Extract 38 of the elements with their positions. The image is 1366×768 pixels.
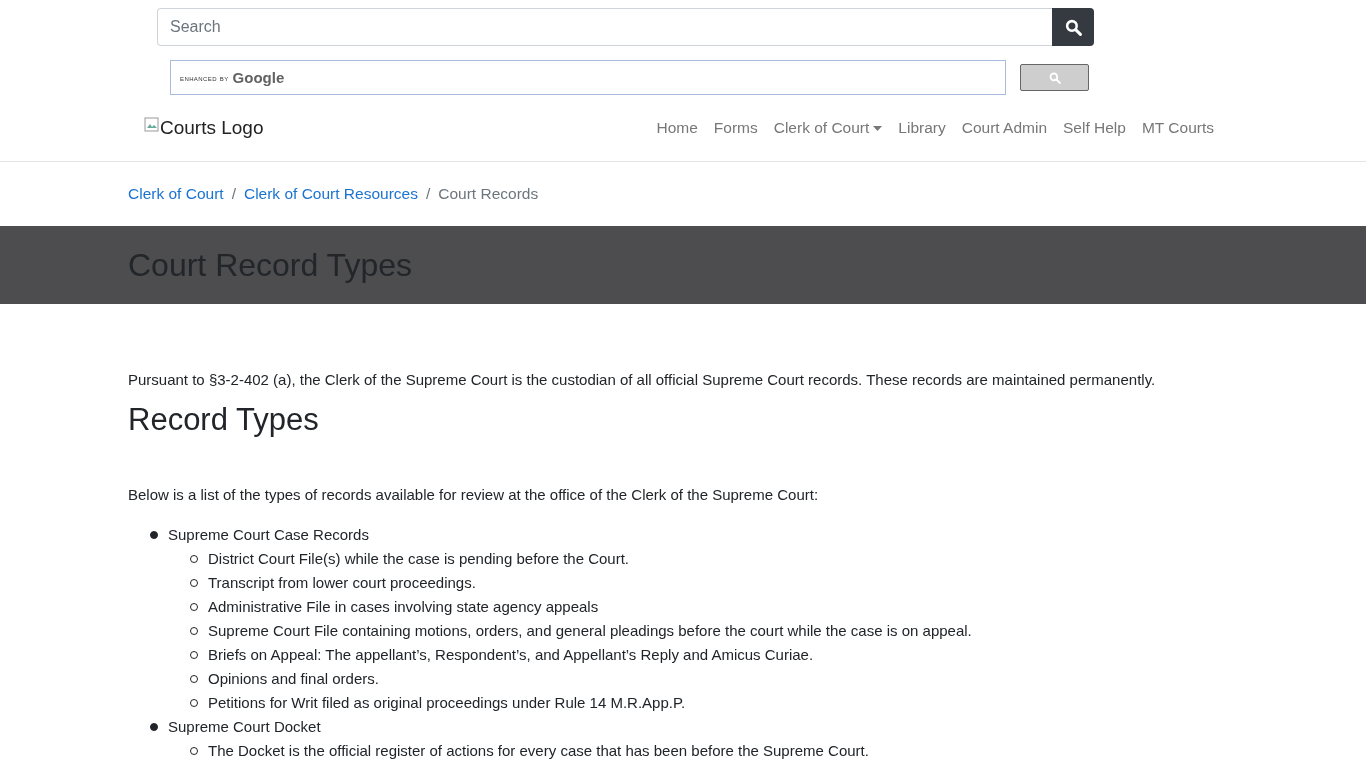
google-search-field[interactable]: enhanced by Google — [170, 60, 1006, 95]
list-item-text: Supreme Court Case Records — [168, 525, 369, 545]
list-item-text: The Docket is the official register of actions for every case that has been before the Supreme Court. — [208, 741, 869, 761]
list-item-text: District Court File(s) while the case is pending before the Court. — [208, 549, 629, 569]
logo-alt-text[interactable]: Courts Logo — [160, 117, 264, 139]
intro-paragraph: Pursuant to §3-2-402 (a), the Clerk of the Supreme Court is the custodian of all official Supreme Court records. These records are maintained permanently. — [128, 370, 1157, 390]
breadcrumb-separator: / — [424, 185, 432, 203]
nav-link[interactable]: Court Admin — [953, 119, 1056, 137]
list-intro-paragraph: Below is a list of the types of records available for review at the office of the Clerk of the Supreme Court: — [128, 485, 820, 505]
search-icon — [1064, 18, 1082, 36]
nav-link[interactable]: Library — [890, 119, 954, 137]
list-item-text: Opinions and final orders. — [208, 669, 379, 689]
breadcrumb-current-text: Court Records — [438, 185, 539, 203]
list-item-text: Petitions for Writ filed as original proceedings under Rule 14 M.R.App.P. — [208, 693, 686, 713]
search-field[interactable]: Search — [157, 8, 1052, 46]
nav-link[interactable]: Self Help — [1055, 119, 1134, 137]
list-item-text: Supreme Court File containing motions, orders, and general pleadings before the court while the case is on appeal. — [208, 621, 972, 641]
caret-icon — [873, 125, 883, 131]
bullet-icon — [150, 531, 158, 539]
breadcrumb-link[interactable]: Clerk of Court Resources — [243, 185, 418, 203]
breadcrumb-link[interactable]: Clerk of Court — [128, 185, 224, 203]
breadcrumb-separator: / — [230, 185, 237, 203]
nav-link[interactable]: Clerk of Court — [765, 119, 891, 137]
bullet-icon — [150, 723, 158, 731]
search-icon — [1048, 71, 1061, 84]
google-text: Google — [232, 69, 285, 86]
nav-link[interactable]: MT Courts — [1133, 119, 1222, 137]
list-item-text: Administrative File in cases involving state agency appeals — [208, 597, 599, 617]
search-button[interactable] — [1020, 64, 1089, 91]
branding-text: enhanced by — [180, 72, 229, 83]
broken-image-icon — [144, 117, 160, 133]
list-item-text: Briefs on Appeal: The appellant’s, Respondent’s, and Appellant’s Reply and Amicus Curiae. — [208, 645, 814, 665]
section-heading: Record Types — [128, 401, 320, 439]
list-item-text: Supreme Court Docket — [168, 717, 321, 737]
nav-link[interactable]: Home — [648, 119, 706, 137]
list-item-text: Transcript from lower court proceedings. — [208, 573, 476, 593]
search-button[interactable] — [1052, 8, 1094, 46]
nav-link[interactable]: Forms — [705, 119, 766, 137]
